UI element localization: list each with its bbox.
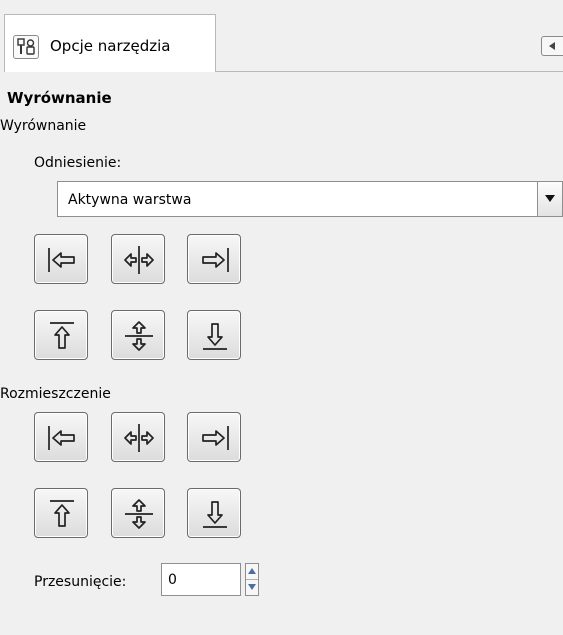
tab-tool-options[interactable]: Opcje narzędzia [4, 14, 216, 72]
distribute-center-horizontal-icon [124, 424, 154, 452]
offset-input[interactable]: 0 [161, 563, 241, 596]
align-left-edge-icon [48, 248, 75, 272]
distribute-top-button[interactable] [34, 488, 88, 538]
offset-increment-button[interactable] [246, 564, 258, 580]
align-group-label: Wyrównanie [0, 118, 87, 134]
distribute-right-button[interactable] [187, 412, 241, 462]
distribute-group-label: Rozmieszczenie [0, 386, 111, 402]
reference-label: Odniesienie: [34, 155, 122, 171]
tab-menu-arrow-icon [549, 42, 555, 50]
reference-value: Aktywna warstwa [68, 192, 192, 208]
tool-options-icon [13, 35, 39, 59]
distribute-bottom-button[interactable] [187, 488, 241, 538]
offset-value: 0 [168, 572, 177, 588]
reference-dropdown-button[interactable] [537, 181, 563, 217]
distribute-left-button[interactable] [34, 412, 88, 462]
section-heading: Wyrównanie [7, 89, 112, 107]
align-middle-vertical-icon [125, 321, 153, 351]
chevron-down-icon [545, 195, 555, 202]
tab-bar-divider [216, 71, 563, 72]
align-bottom-edge-icon [203, 323, 227, 350]
align-right-edge-icon [202, 248, 229, 272]
reference-combobox[interactable]: Aktywna warstwa [57, 181, 563, 217]
distribute-top-icon [50, 500, 74, 527]
distribute-left-icon [48, 426, 75, 450]
arrow-down-icon [248, 584, 256, 590]
align-center-horizontal-button[interactable] [111, 234, 165, 284]
align-bottom-button[interactable] [187, 310, 241, 360]
arrow-up-icon [248, 568, 256, 574]
distribute-right-icon [202, 426, 229, 450]
align-top-edge-icon [50, 322, 74, 349]
distribute-middle-vertical-icon [125, 499, 153, 529]
distribute-middle-vertical-button[interactable] [111, 488, 165, 538]
align-center-horizontal-icon [124, 246, 154, 274]
align-middle-vertical-button[interactable] [111, 310, 165, 360]
align-top-button[interactable] [34, 310, 88, 360]
distribute-bottom-icon [203, 501, 227, 528]
align-right-button[interactable] [187, 234, 241, 284]
offset-spinner [245, 563, 259, 596]
offset-label: Przesunięcie: [34, 574, 127, 590]
offset-decrement-button[interactable] [246, 580, 258, 595]
tab-menu-button[interactable] [541, 36, 563, 56]
distribute-center-horizontal-button[interactable] [111, 412, 165, 462]
dock-tab-bar: Opcje narzędzia [0, 0, 563, 72]
tab-label: Opcje narzędzia [50, 37, 171, 55]
align-left-button[interactable] [34, 234, 88, 284]
